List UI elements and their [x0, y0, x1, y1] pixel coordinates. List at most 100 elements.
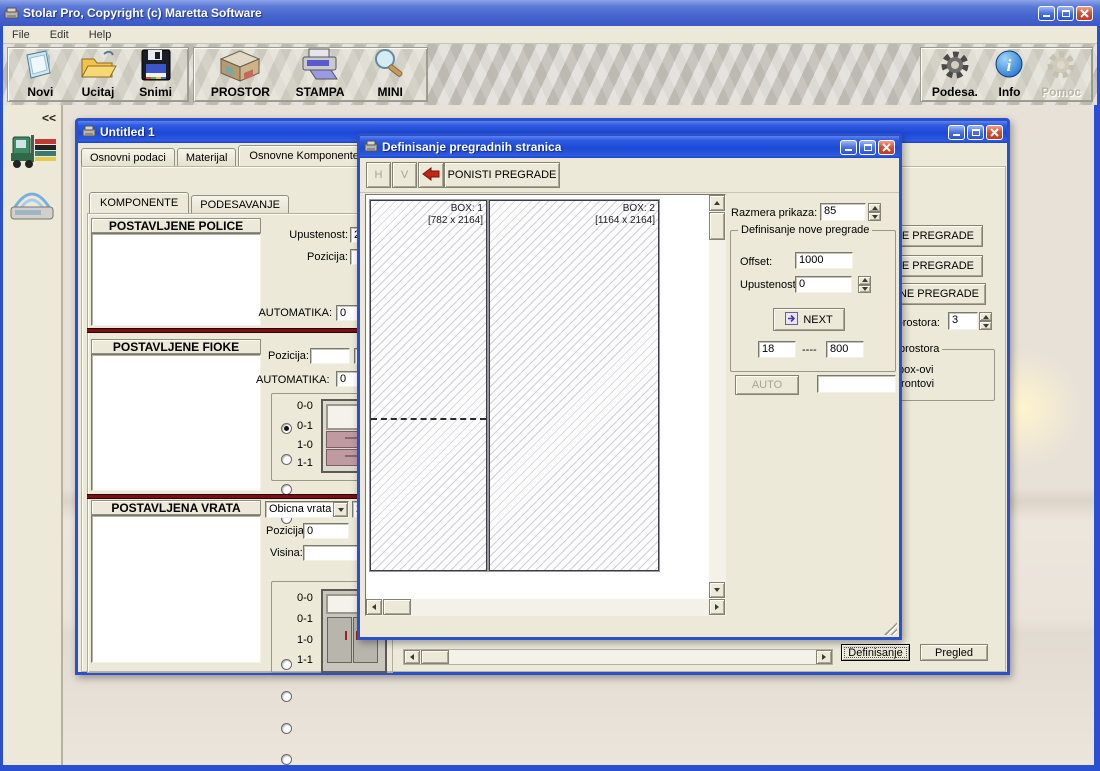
sidebar-collapse-button[interactable]: << [42, 111, 56, 125]
fioke-radio-1-0-label: 1-0 [297, 439, 313, 451]
undo-pregrada-button[interactable] [418, 162, 444, 188]
box-2[interactable]: BOX: 2 [1164 x 2164] [489, 200, 659, 571]
main-toolbar: Novi Ucitaj Snimi PROSTOR STAMPA MI [3, 44, 1097, 105]
info-button[interactable]: i Info [991, 50, 1027, 99]
police-listbox[interactable] [91, 233, 261, 326]
canvas-hscrollbar[interactable] [366, 599, 725, 615]
minimize-icon[interactable] [1038, 6, 1055, 21]
forklift-icon[interactable] [7, 129, 59, 178]
tab-osnovne-komponente[interactable]: Osnovne Komponente [238, 145, 369, 166]
spinner-up-icon[interactable] [868, 203, 881, 212]
police-header: POSTAVLJENE POLICE [91, 218, 261, 233]
fioke-listbox[interactable] [91, 354, 261, 491]
upustenost-field[interactable]: 0 [795, 276, 852, 293]
tab-podesavanje[interactable]: PODESAVANJE [191, 195, 289, 213]
scroll-up-icon[interactable] [709, 195, 725, 211]
next-button[interactable]: NEXT [773, 308, 845, 331]
nova-pregrada-group-label: Definisanje nove pregrade [738, 224, 872, 236]
tab-komponente[interactable]: KOMPONENTE [89, 192, 189, 213]
novi-label: Novi [27, 86, 53, 99]
podesavanja-button[interactable]: Podesa. [932, 50, 978, 99]
maximize-icon[interactable] [1057, 6, 1074, 21]
horizontal-pregrada-button[interactable]: H [366, 162, 391, 188]
mini-button[interactable]: MINI [370, 50, 410, 99]
vertical-pregrada-button[interactable]: V [392, 162, 417, 188]
toolbar-settings-group: Podesa. i Info Pomoc [920, 47, 1093, 102]
main-window-title: Stolar Pro, Copyright (c) Maretta Softwa… [23, 6, 1038, 20]
spinner-up-icon[interactable] [858, 276, 871, 285]
spinner-down-icon[interactable] [979, 321, 992, 330]
maximize-icon[interactable] [859, 140, 876, 155]
pregled-button[interactable]: Pregled [920, 644, 988, 661]
vrata-radio-1-1[interactable] [281, 754, 292, 765]
vrata-pozicija-field[interactable]: 0 [303, 523, 349, 539]
definisanje-button[interactable]: Definisanje [841, 644, 910, 661]
scanner-icon[interactable] [7, 181, 57, 228]
box-1[interactable]: BOX: 1 [782 x 2164] [370, 200, 487, 571]
dropdown-chevron-icon[interactable] [333, 502, 348, 517]
spinner-down-icon[interactable] [858, 285, 871, 294]
vrata-radio-1-0-label: 1-0 [297, 634, 313, 646]
range-to-field[interactable]: 800 [826, 341, 864, 358]
auto-button[interactable]: AUTO [735, 375, 799, 395]
vrata-pozicija-label: Pozicija: [266, 525, 307, 537]
offset-field[interactable]: 1000 [795, 252, 853, 269]
menu-help[interactable]: Help [89, 29, 112, 41]
scroll-right-icon[interactable] [816, 650, 832, 664]
prostora-option-frontovi[interactable]: frontovi [898, 378, 934, 390]
close-icon[interactable] [878, 140, 895, 155]
dialog-title: Definisanje pregradnih stranica [382, 140, 840, 154]
scroll-left-icon[interactable] [404, 650, 420, 664]
razmera-spinner[interactable] [868, 203, 881, 221]
tab-materijal[interactable]: Materijal [177, 148, 237, 166]
close-icon[interactable] [1076, 6, 1093, 21]
maximize-icon[interactable] [967, 125, 984, 140]
close-icon[interactable] [986, 125, 1003, 140]
stampa-button[interactable]: STAMPA [296, 50, 345, 99]
vrata-radio-0-0[interactable] [281, 659, 292, 670]
fioke-radio-0-1[interactable] [281, 454, 292, 465]
range-from-field[interactable]: 18 [758, 341, 796, 358]
fioke-pozicija-field[interactable] [310, 348, 350, 364]
vrata-radio-0-0-label: 0-0 [297, 592, 313, 604]
vrata-radio-1-0[interactable] [281, 723, 292, 734]
pregrade-canvas[interactable]: BOX: 1 [782 x 2164] BOX: 2 [1164 x 2164] [365, 194, 726, 616]
pregrada-dashed-line[interactable] [371, 418, 486, 420]
untitled-hscrollbar[interactable] [403, 649, 833, 665]
scroll-left-icon[interactable] [366, 599, 382, 615]
menu-file[interactable]: File [12, 29, 30, 41]
hscroll-thumb[interactable] [421, 650, 449, 664]
prostor-button[interactable]: PROSTOR [211, 50, 270, 99]
prostora-field[interactable]: 3 [948, 312, 978, 330]
spinner-up-icon[interactable] [979, 312, 992, 321]
upustenost-spinner[interactable] [858, 276, 871, 293]
prostora-spinner[interactable] [979, 312, 992, 330]
minimize-icon[interactable] [840, 140, 857, 155]
scroll-right-icon[interactable] [709, 599, 725, 615]
novi-button[interactable]: Novi [21, 50, 59, 99]
printer-icon [298, 47, 342, 86]
vrata-radio-0-1[interactable] [281, 691, 292, 702]
prostora-option-boxovi[interactable]: box-ovi [898, 364, 933, 376]
canvas-vscrollbar[interactable] [709, 195, 725, 598]
pomoc-label: Pomoc [1041, 86, 1081, 99]
hscroll-thumb[interactable] [383, 599, 411, 615]
menu-edit[interactable]: Edit [50, 29, 69, 41]
fioke-radio-0-0[interactable] [281, 423, 292, 434]
spinner-down-icon[interactable] [868, 212, 881, 221]
resize-grip[interactable] [884, 622, 897, 635]
tab-osnovni-podaci[interactable]: Osnovni podaci [81, 148, 175, 166]
razmera-field[interactable]: 85 [820, 203, 866, 221]
ponisti-pregrade-button[interactable]: PONISTI PREGRADE [444, 162, 560, 188]
snimi-button[interactable]: Snimi [137, 50, 175, 99]
vscroll-thumb[interactable] [709, 212, 725, 240]
stampa-label: STAMPA [296, 86, 345, 99]
pomoc-button[interactable]: Pomoc [1041, 50, 1081, 99]
vrata-listbox[interactable] [91, 515, 261, 663]
auto-field[interactable] [817, 375, 896, 393]
ucitaj-button[interactable]: Ucitaj [78, 50, 118, 99]
next-arrow-icon [785, 312, 798, 328]
scroll-down-icon[interactable] [709, 582, 725, 598]
minimize-icon[interactable] [948, 125, 965, 140]
vrata-radio-0-1-label: 0-1 [297, 613, 313, 625]
